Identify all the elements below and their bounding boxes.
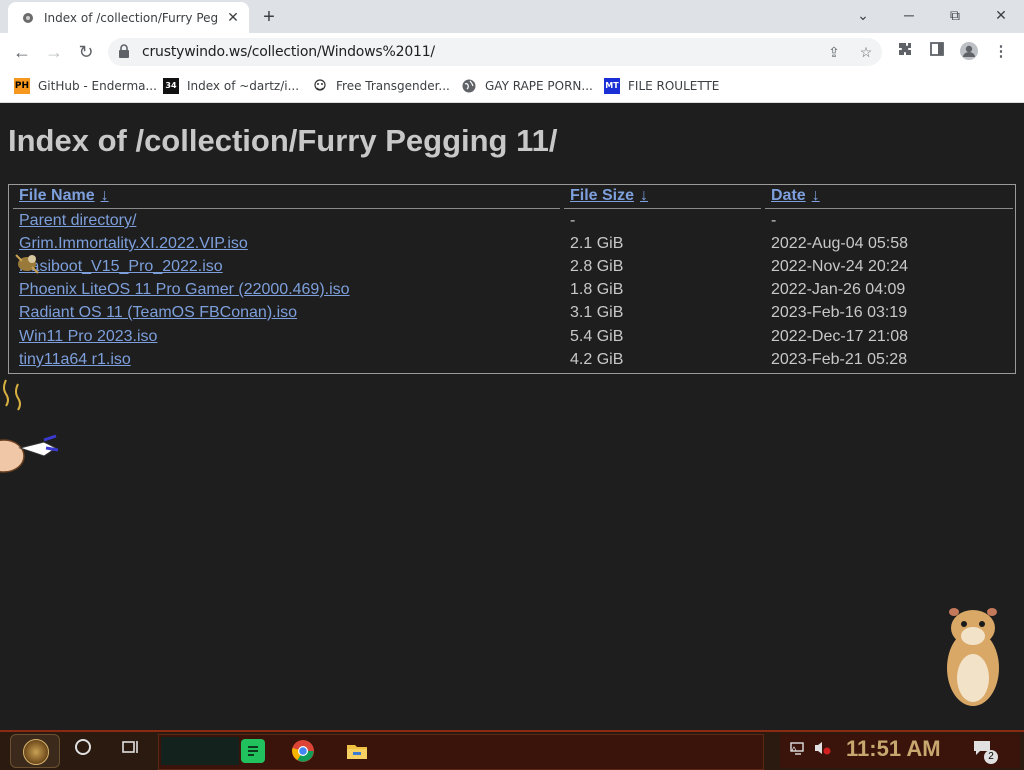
lock-icon[interactable] <box>118 44 132 60</box>
bookmark-label: GitHub - Enderma... <box>38 79 157 93</box>
share-icon[interactable]: ⇪ <box>824 42 844 62</box>
file-link[interactable]: Parent directory/ <box>19 212 136 230</box>
bookmark-item[interactable]: GAY RAPE PORN... <box>461 77 593 95</box>
sort-arrow-icon[interactable]: ↓ <box>812 187 820 204</box>
search-circle-icon[interactable] <box>70 738 96 764</box>
tab-strip: Index of /collection/Furry Peg ✕ + ⌄ ─ ⧉… <box>0 0 1024 33</box>
hamster-sticker-icon <box>947 608 999 706</box>
volume-muted-icon[interactable] <box>812 740 832 760</box>
system-tray: ^ 11:51 AM 2 <box>780 734 1020 768</box>
close-window-button[interactable]: ✕ <box>978 0 1024 30</box>
profile-avatar-icon[interactable] <box>958 41 980 63</box>
table-row: Parent directory/ - - <box>9 210 1015 233</box>
browser-toolbar: ← → ↻ crustywindo.ws/collection/Windows%… <box>0 33 1024 71</box>
bookmark-label: FILE ROULETTE <box>628 79 720 93</box>
tab-title: Index of /collection/Furry Peg <box>44 10 219 25</box>
page-title: Index of /collection/Furry Pegging 11/ <box>8 123 558 158</box>
file-size: 2.8 GiB <box>570 258 624 275</box>
reload-icon[interactable]: ↻ <box>74 40 98 64</box>
file-size: 2.1 GiB <box>570 235 624 252</box>
globe-icon <box>461 78 477 94</box>
cartoon-hand-sticker-icon <box>0 379 59 473</box>
file-link[interactable]: tiny11a64 r1.iso <box>19 351 131 369</box>
file-date: 2022-Dec-17 21:08 <box>771 328 908 345</box>
column-header-file-size[interactable]: File Size ↓ <box>570 187 648 205</box>
start-button[interactable] <box>10 734 60 768</box>
file-link[interactable]: Hasiboot_V15_Pro_2022.iso <box>19 258 223 276</box>
header-divider <box>13 208 560 209</box>
file-link[interactable]: Radiant OS 11 (TeamOS FBConan).iso <box>19 304 297 322</box>
file-date: - <box>771 212 777 229</box>
table-header: File Name ↓ File Size ↓ Date ↓ <box>9 185 1015 209</box>
table-row: Hasiboot_V15_Pro_2022.iso 2.8 GiB 2022-N… <box>9 256 1015 279</box>
tab-search-chevron-icon[interactable]: ⌄ <box>840 0 886 30</box>
file-date: 2022-Aug-04 05:58 <box>771 235 908 252</box>
file-size: 4.2 GiB <box>570 351 624 368</box>
notes-app-icon[interactable] <box>241 739 265 763</box>
bookmark-star-icon[interactable]: ☆ <box>856 42 876 62</box>
menu-kebab-icon[interactable]: ⋮ <box>990 41 1012 63</box>
file-link[interactable]: Win11 Pro 2023.iso <box>19 328 157 346</box>
table-row: Win11 Pro 2023.iso 5.4 GiB 2022-Dec-17 2… <box>9 326 1015 349</box>
file-date: 2022-Nov-24 20:24 <box>771 258 908 275</box>
taskbar-clock[interactable]: 11:51 AM <box>846 736 941 762</box>
task-view-icon[interactable] <box>118 738 144 764</box>
file-date: 2022-Jan-26 04:09 <box>771 281 906 298</box>
new-tab-button[interactable]: + <box>258 6 280 28</box>
bookmarks-bar: PH GitHub - Enderma... 34 Index of ~dart… <box>0 71 1024 103</box>
tab-active[interactable]: Index of /collection/Furry Peg ✕ <box>8 2 249 33</box>
back-arrow-icon[interactable]: ← <box>10 40 34 64</box>
file-size: - <box>570 212 576 229</box>
taskbar-blank-slot <box>161 737 239 765</box>
file-listing-table: File Name ↓ File Size ↓ Date ↓ Parent direc… <box>8 184 1016 374</box>
sort-arrow-icon[interactable]: ↓ <box>640 187 648 204</box>
table-row: tiny11a64 r1.iso 4.2 GiB 2023-Feb-21 05:… <box>9 349 1015 372</box>
tab-favicon-icon <box>20 10 36 26</box>
start-orb-icon <box>23 739 49 765</box>
bookmark-item[interactable]: 34 Index of ~dartz/i... <box>163 77 299 95</box>
file-date: 2023-Feb-21 05:28 <box>771 351 908 368</box>
table-row: Radiant OS 11 (TeamOS FBConan).iso 3.1 G… <box>9 302 1015 325</box>
character-favicon-icon <box>312 78 328 94</box>
minimize-button[interactable]: ─ <box>886 0 932 30</box>
url-text[interactable]: crustywindo.ws/collection/Windows%2011/ <box>142 44 435 60</box>
taskbar: ^ 11:51 AM 2 <box>0 730 1024 770</box>
header-divider <box>765 208 1013 209</box>
cursor-bug-sticker-icon <box>15 254 39 274</box>
file-date: 2023-Feb-16 03:19 <box>771 304 908 321</box>
column-header-date[interactable]: Date ↓ <box>771 187 820 205</box>
file-link[interactable]: Grim.Immortality.XI.2022.VIP.iso <box>19 235 248 253</box>
chrome-icon[interactable] <box>291 739 315 763</box>
extensions-puzzle-icon[interactable] <box>894 41 916 63</box>
sort-arrow-icon[interactable]: ↓ <box>101 187 109 204</box>
bookmark-label: Free Transgender... <box>336 79 450 93</box>
file-size: 5.4 GiB <box>570 328 624 345</box>
side-panel-icon[interactable] <box>926 41 948 63</box>
network-icon[interactable] <box>788 740 808 760</box>
header-divider <box>564 208 761 209</box>
forward-arrow-icon[interactable]: → <box>42 40 66 64</box>
file-link[interactable]: Phoenix LiteOS 11 Pro Gamer (22000.469).… <box>19 281 350 299</box>
bookmark-item[interactable]: Free Transgender... <box>312 77 450 95</box>
restore-button[interactable]: ⧉ <box>932 0 978 30</box>
bookmark-item[interactable]: PH GitHub - Enderma... <box>14 77 157 95</box>
column-header-file-name[interactable]: File Name ↓ <box>19 187 109 205</box>
table-row: Grim.Immortality.XI.2022.VIP.iso 2.1 GiB… <box>9 233 1015 256</box>
tab-close-icon[interactable]: ✕ <box>225 9 241 25</box>
address-bar[interactable]: crustywindo.ws/collection/Windows%2011/ … <box>108 38 882 66</box>
index-favicon-icon: 34 <box>163 78 179 94</box>
page-content: Index of /collection/Furry Pegging 11/ F… <box>0 103 1024 730</box>
notification-count-badge: 2 <box>984 750 998 764</box>
bookmark-label: GAY RAPE PORN... <box>485 79 593 93</box>
bookmark-item[interactable]: MT FILE ROULETTE <box>604 77 719 95</box>
file-size: 3.1 GiB <box>570 304 624 321</box>
bookmark-label: Index of ~dartz/i... <box>187 79 300 93</box>
table-row: Phoenix LiteOS 11 Pro Gamer (22000.469).… <box>9 279 1015 302</box>
file-explorer-icon[interactable] <box>345 739 369 763</box>
file-size: 1.8 GiB <box>570 281 624 298</box>
file-roulette-icon: MT <box>604 78 620 94</box>
taskbar-apps <box>158 734 764 770</box>
pornhub-logo-icon: PH <box>14 78 30 94</box>
